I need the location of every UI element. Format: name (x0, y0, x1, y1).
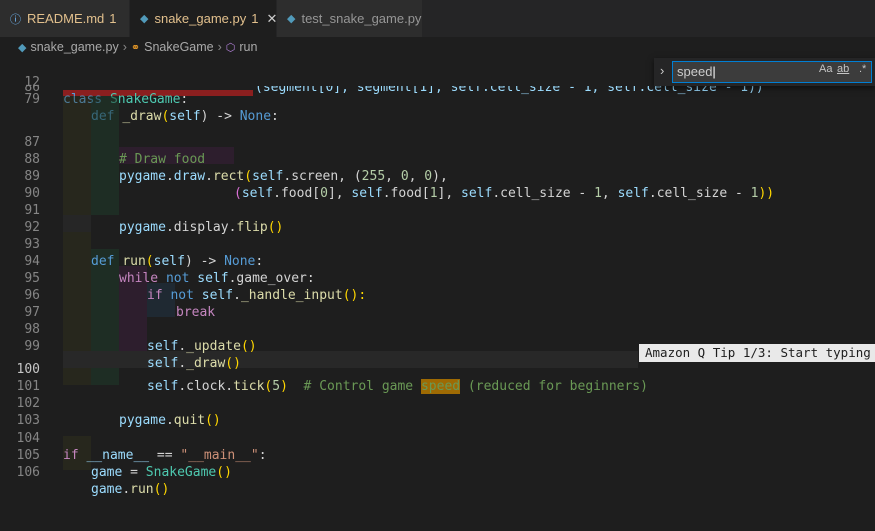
code-line: 94 while not self.game_over: (0, 236, 875, 286)
tab-test-snake-game[interactable]: ◆ test_snake_game.py (277, 0, 423, 37)
tab-label: README.md (27, 11, 105, 26)
code-line: 102 pygame.quit() (0, 378, 875, 428)
tab-label: test_snake_game.py (301, 11, 422, 26)
code-line: 105 game = SnakeGame() (0, 430, 875, 480)
python-file-icon: ◆ (18, 41, 27, 54)
code-line: 92 (0, 202, 875, 235)
inline-tip: Amazon Q Tip 1/3: Start typing to (639, 344, 875, 362)
python-file-icon: ◆ (287, 13, 296, 25)
tab-label: snake_game.py (154, 11, 247, 26)
tab-badge: 1 (109, 11, 117, 26)
method-icon: ⬡ (225, 41, 236, 54)
code-line: 106 game.run() (0, 447, 875, 497)
python-file-icon: ◆ (140, 13, 149, 25)
code-line: 101 (0, 361, 875, 394)
tab-readme[interactable]: ⓘ README.md 1 (0, 0, 130, 37)
close-icon[interactable]: ✕ (266, 11, 277, 27)
breadcrumb-file[interactable]: snake_game.py (30, 40, 118, 54)
code-line: 93 def run(self) -> None: (0, 219, 875, 269)
match-case-toggle[interactable]: Aa (819, 63, 832, 75)
code-line: 103 (0, 395, 875, 428)
tab-badge: 1 (251, 11, 259, 26)
breadcrumb-class[interactable]: SnakeGame (144, 40, 213, 54)
whole-word-toggle[interactable]: ab (837, 63, 849, 75)
chevron-right-icon: › (217, 40, 222, 54)
code-line: 91 pygame.display.flip() (0, 185, 875, 235)
line-number: 106 (16, 465, 40, 480)
chevron-right-icon: › (122, 40, 127, 54)
code-line: 104 if __name__ == "__main__": (0, 413, 875, 463)
tab-snake-game[interactable]: ◆ snake_game.py 1 ✕ (130, 0, 277, 37)
line-number: 86 (24, 86, 40, 95)
regex-toggle[interactable]: .* (859, 63, 866, 75)
code-line: 96 break (0, 270, 875, 320)
info-icon: ⓘ (10, 13, 21, 26)
tab-bar: ⓘ README.md 1 ◆ snake_game.py 1 ✕ ◆ test… (0, 0, 875, 37)
find-widget: › speed| Aa ab .* (654, 58, 875, 86)
code-line: 97 (0, 287, 875, 320)
breadcrumb-method[interactable]: run (239, 40, 257, 54)
code-line: 98 self._update() (0, 304, 875, 354)
code-line: 87 # Draw food (0, 117, 875, 167)
code-line: 86 (segment[0], segment[1], self.cell_si… (0, 86, 875, 96)
code-editor[interactable]: 12 class SnakeGame: 79 def _draw(self) -… (0, 57, 875, 531)
code-line: 99 self._draw() (0, 321, 875, 371)
code-line: 88 pygame.draw.rect(self.screen, (255, 0… (0, 134, 875, 184)
code-line: 90 (0, 168, 875, 201)
code-line: 89 (self.food[0], self.food[1], self.cel… (0, 151, 875, 201)
code-line: 95 if not self._handle_input(): (0, 253, 875, 303)
chevron-right-icon[interactable]: › (660, 63, 664, 78)
class-icon: ⚭ (130, 41, 141, 54)
breadcrumb: ◆ snake_game.py › ⚭ SnakeGame › ⬡ run (0, 37, 875, 57)
